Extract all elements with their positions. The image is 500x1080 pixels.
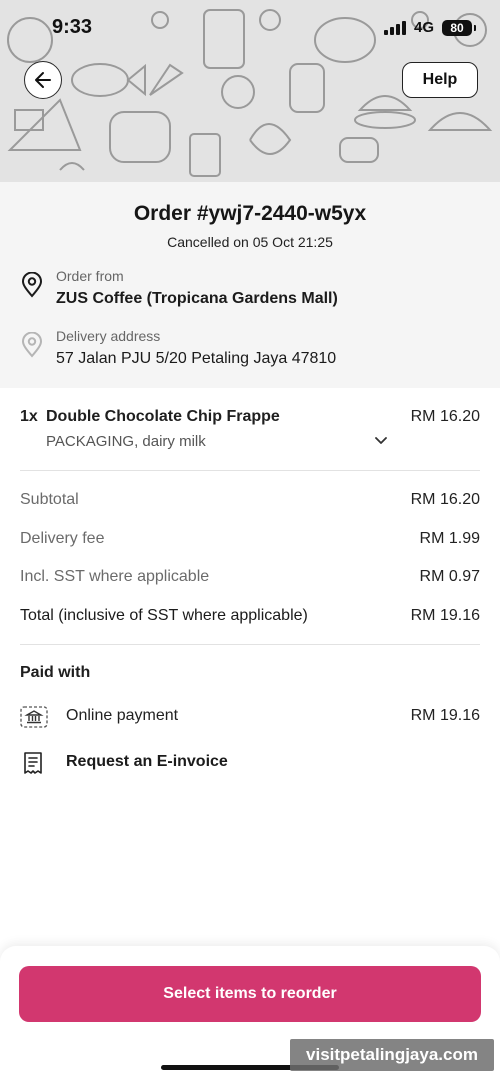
order-from-value: ZUS Coffee (Tropicana Gardens Mall) bbox=[56, 290, 338, 307]
payment-method: Online payment bbox=[66, 707, 179, 724]
item-options: PACKAGING, dairy milk bbox=[46, 433, 206, 450]
delivery-fee-value: RM 1.99 bbox=[419, 530, 480, 547]
total-value: RM 19.16 bbox=[410, 607, 480, 624]
sst-label: Incl. SST where applicable bbox=[20, 568, 210, 585]
divider bbox=[20, 644, 480, 645]
battery-icon: 80 bbox=[442, 19, 476, 36]
total-row: Total (inclusive of SST where applicable… bbox=[20, 607, 480, 629]
receipt-icon bbox=[24, 752, 42, 774]
item-price: RM 16.20 bbox=[410, 408, 480, 425]
total-label: Total (inclusive of SST where applicable… bbox=[20, 607, 308, 624]
order-from-label: Order from bbox=[56, 268, 124, 284]
sst-value: RM 0.97 bbox=[419, 568, 480, 585]
back-button[interactable] bbox=[24, 61, 62, 99]
subtotal-value: RM 16.20 bbox=[410, 491, 480, 508]
payment-method-row: Online payment RM 19.16 bbox=[20, 704, 480, 730]
subtotal-label: Subtotal bbox=[20, 491, 79, 508]
back-arrow-icon bbox=[35, 72, 51, 88]
chevron-down-icon[interactable] bbox=[374, 436, 388, 446]
delivery-fee-label: Delivery fee bbox=[20, 530, 105, 547]
location-pin-icon bbox=[21, 332, 43, 358]
watermark: visitpetalingjaya.com bbox=[290, 1039, 494, 1071]
reorder-button[interactable]: Select items to reorder bbox=[19, 966, 481, 1022]
network-type: 4G bbox=[413, 19, 434, 36]
bank-icon bbox=[20, 706, 48, 728]
order-title: Order #ywj7-2440-w5yx bbox=[133, 202, 367, 225]
payment-amount: RM 19.16 bbox=[410, 707, 480, 724]
request-einvoice-label: Request an E-invoice bbox=[66, 753, 228, 770]
sst-row: Incl. SST where applicable RM 0.97 bbox=[20, 568, 480, 590]
delivery-address-value: 57 Jalan PJU 5/20 Petaling Jaya 47810 bbox=[56, 350, 337, 367]
location-pin-icon bbox=[21, 272, 43, 298]
request-einvoice-button[interactable]: Request an E-invoice bbox=[20, 749, 320, 777]
item-name: Double Chocolate Chip Frappe bbox=[46, 408, 280, 425]
delivery-fee-row: Delivery fee RM 1.99 bbox=[20, 530, 480, 552]
status-indicators: 4G 80 bbox=[383, 19, 476, 36]
item-quantity: 1x bbox=[20, 408, 38, 425]
help-button[interactable]: Help bbox=[402, 62, 478, 98]
paid-with-heading: Paid with bbox=[20, 664, 91, 681]
divider bbox=[20, 470, 480, 471]
status-bar: 9:33 4G 80 bbox=[0, 0, 500, 56]
subtotal-row: Subtotal RM 16.20 bbox=[20, 491, 480, 513]
status-time: 9:33 bbox=[52, 16, 93, 38]
order-summary-header: Order #ywj7-2440-w5yx Cancelled on 05 Oc… bbox=[0, 182, 500, 388]
order-status: Cancelled on 05 Oct 21:25 bbox=[167, 234, 333, 250]
delivery-address-label: Delivery address bbox=[56, 328, 161, 344]
signal-icon bbox=[383, 20, 406, 35]
list-item[interactable]: 1x Double Chocolate Chip Frappe RM 16.20… bbox=[20, 408, 480, 468]
